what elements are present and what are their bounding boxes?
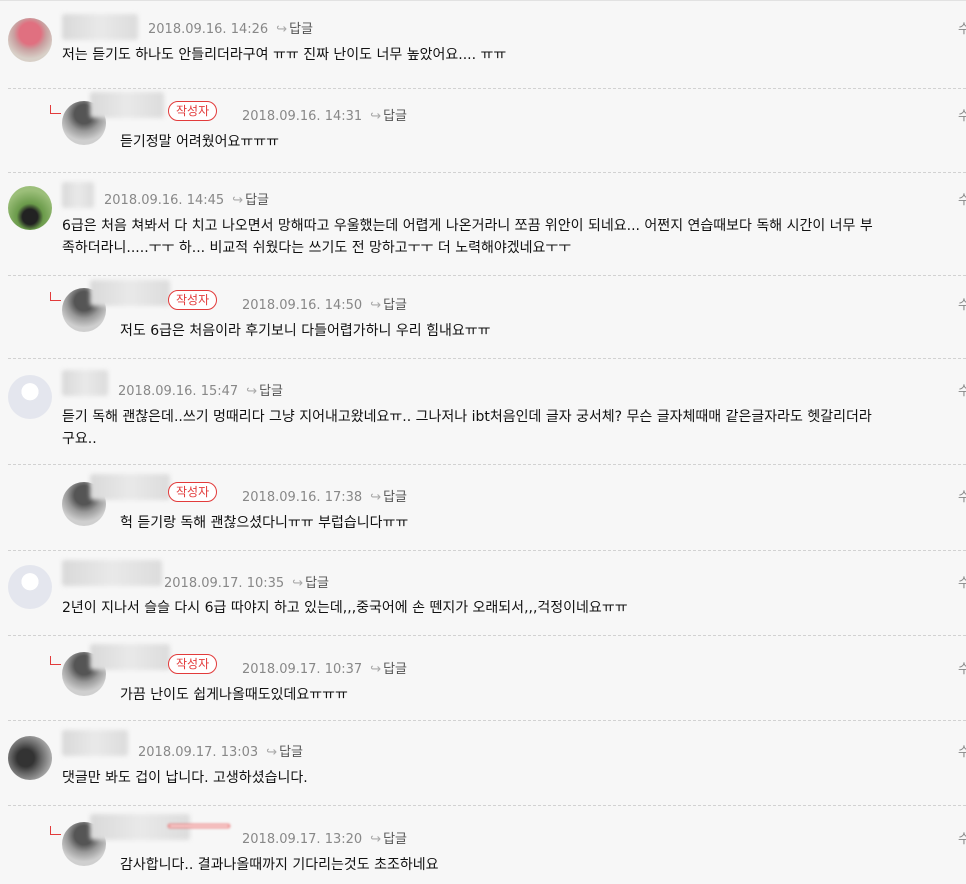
comment-edge-text: 수 (958, 109, 966, 124)
comment-date: 2018.09.16. 17:38 (242, 490, 363, 505)
username-blurred[interactable] (90, 280, 170, 306)
comment-edge-text: 수 (958, 22, 966, 37)
comment-text: 2년이 지나서 슬슬 다시 6급 따야지 하고 있는데,,,중국어에 손 뗀지가… (62, 600, 628, 616)
reply-arrow-icon: ↪ (266, 745, 278, 760)
comment-date: 2018.09.16. 15:47 (118, 384, 239, 399)
reply-arrow-icon: ↪ (370, 109, 382, 124)
comment-date: 2018.09.16. 14:50 (242, 298, 363, 313)
comment-divider (8, 172, 966, 173)
comment-divider (8, 88, 966, 89)
comment-meta: 2018.09.16. 14:26 ↪ 답글 (148, 18, 313, 37)
comment-date: 2018.09.16. 14:31 (242, 109, 363, 124)
comment-date: 2018.09.16. 14:26 (148, 22, 269, 37)
comment-meta: 2018.09.17. 13:03 ↪ 답글 (138, 741, 303, 760)
reply-link[interactable]: ↪ 답글 (246, 384, 283, 399)
comment-edge-text: 수 (958, 745, 966, 760)
comment-edge-text: 수 (958, 193, 966, 208)
reply-link[interactable]: ↪ 답글 (370, 662, 407, 677)
comment-meta: 2018.09.17. 10:35 ↪ 답글 (164, 572, 329, 591)
comment-divider (8, 550, 966, 551)
comment-meta: 2018.09.17. 10:37 ↪ 답글 (242, 658, 407, 677)
reply-link[interactable]: ↪ 답글 (370, 109, 407, 124)
comment-meta: 2018.09.16. 17:38 ↪ 답글 (242, 486, 407, 505)
comment-divider (8, 720, 966, 721)
author-badge (168, 824, 230, 828)
comment-edge-text: 수 (958, 384, 966, 399)
comment-meta: 2018.09.16. 14:31 ↪ 답글 (242, 105, 407, 124)
comment-meta: 2018.09.16. 14:45 ↪ 답글 (104, 189, 269, 208)
comment-date: 2018.09.17. 10:37 (242, 662, 363, 677)
username-blurred[interactable] (62, 560, 162, 586)
comment-text: 듣기정말 어려웠어요ㅠㅠㅠ (120, 134, 280, 150)
reply-link[interactable]: ↪ 답글 (232, 193, 269, 208)
avatar[interactable] (8, 186, 52, 230)
reply-link[interactable]: ↪ 답글 (266, 745, 303, 760)
comment-edge-text: 수 (958, 576, 966, 591)
comment-date: 2018.09.16. 14:45 (104, 193, 225, 208)
reply-indent-icon (50, 656, 61, 665)
comment-date: 2018.09.17. 13:03 (138, 745, 259, 760)
username-blurred[interactable] (62, 730, 128, 756)
username-blurred[interactable] (62, 182, 94, 208)
username-blurred[interactable] (62, 14, 138, 40)
avatar[interactable] (8, 736, 52, 780)
reply-arrow-icon: ↪ (370, 832, 382, 847)
reply-link[interactable]: ↪ 답글 (370, 832, 407, 847)
reply-link[interactable]: ↪ 답글 (370, 490, 407, 505)
comment-edge-text: 수 (958, 298, 966, 313)
avatar[interactable] (8, 565, 52, 609)
reply-arrow-icon: ↪ (370, 662, 382, 677)
reply-arrow-icon: ↪ (292, 576, 304, 591)
comment-text: 듣기 독해 괜찮은데..쓰기 멍때리다 그냥 지어내고왔네요ㅠ.. 그나저나 i… (62, 409, 872, 447)
reply-link[interactable]: ↪ 답글 (292, 576, 329, 591)
reply-arrow-icon: ↪ (232, 193, 244, 208)
comment-edge-text: 수 (958, 662, 966, 677)
author-badge: 작성자 (168, 654, 218, 674)
comment-edge-text: 수 (958, 490, 966, 505)
reply-indent-icon (50, 105, 61, 114)
reply-link[interactable]: ↪ 답글 (276, 22, 313, 37)
reply-indent-icon (50, 826, 61, 835)
top-border (0, 0, 966, 1)
comment-text: 헉 듣기랑 독해 괜찮으셨다니ㅠㅠ 부럽습니다ㅠㅠ (120, 515, 409, 531)
comment-meta: 2018.09.16. 14:50 ↪ 답글 (242, 294, 407, 313)
reply-indent-icon (50, 292, 61, 301)
comment-divider (8, 464, 966, 465)
comment-divider (8, 805, 966, 806)
comment-meta: 2018.09.16. 15:47 ↪ 답글 (118, 380, 283, 399)
author-badge: 작성자 (168, 290, 218, 310)
comment-date: 2018.09.17. 13:20 (242, 832, 363, 847)
comment-text: 저는 듣기도 하나도 안들리더라구여 ㅠㅠ 진짜 난이도 너무 높았어요....… (62, 47, 507, 63)
comment-divider (8, 358, 966, 359)
reply-arrow-icon: ↪ (370, 298, 382, 313)
comment-divider (8, 635, 966, 636)
username-blurred[interactable] (90, 474, 170, 500)
username-blurred[interactable] (90, 644, 170, 670)
author-badge: 작성자 (168, 101, 218, 121)
reply-link[interactable]: ↪ 답글 (370, 298, 407, 313)
username-blurred[interactable] (62, 370, 108, 396)
comment-text: 6급은 처음 쳐봐서 다 치고 나오면서 망해따고 우울했는데 어렵게 나온거라… (62, 218, 873, 256)
comment-divider (8, 275, 966, 276)
comment-text: 가끔 난이도 쉽게나올때도있데요ㅠㅠㅠ (120, 687, 348, 703)
reply-arrow-icon: ↪ (246, 384, 258, 399)
avatar[interactable] (8, 18, 52, 62)
avatar[interactable] (8, 375, 52, 419)
comment-edge-text: 수 (958, 832, 966, 847)
comment-date: 2018.09.17. 10:35 (164, 576, 285, 591)
comment-meta: 2018.09.17. 13:20 ↪ 답글 (242, 828, 407, 847)
comment-text: 저도 6급은 처음이라 후기보니 다들어렵가하니 우리 힘내요ㅠㅠ (120, 323, 491, 339)
reply-arrow-icon: ↪ (370, 490, 382, 505)
username-blurred[interactable] (90, 92, 164, 118)
comment-text: 댓글만 봐도 겁이 납니다. 고생하셨습니다. (62, 770, 308, 786)
reply-arrow-icon: ↪ (276, 22, 288, 37)
author-badge: 작성자 (168, 482, 218, 502)
comment-text: 감사합니다.. 결과나올때까지 기다리는것도 초조하네요 (120, 857, 439, 873)
